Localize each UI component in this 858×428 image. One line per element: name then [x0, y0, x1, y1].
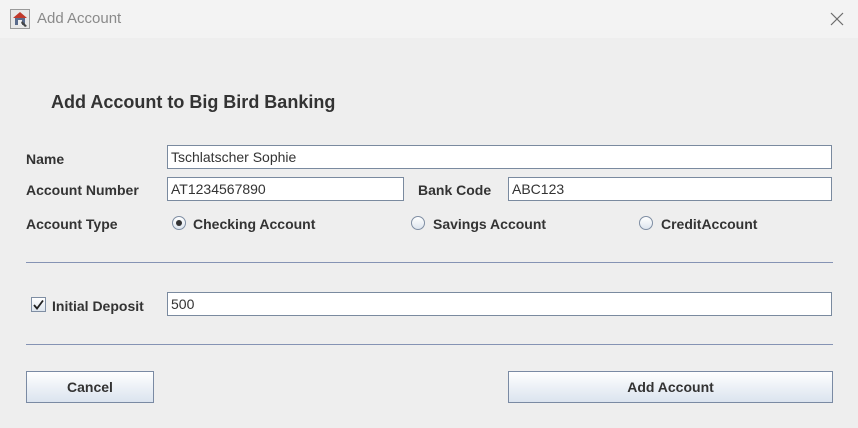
- java-app-icon: [10, 9, 30, 29]
- credit-account-label[interactable]: CreditAccount: [661, 216, 757, 232]
- add-account-button[interactable]: Add Account: [508, 371, 833, 403]
- close-icon: [830, 12, 844, 26]
- account-number-field[interactable]: [167, 177, 404, 201]
- title-bar: Add Account: [0, 0, 858, 38]
- initial-deposit-checkbox[interactable]: [31, 297, 46, 312]
- separator-top: [26, 262, 833, 263]
- account-number-label: Account Number: [26, 182, 139, 198]
- account-type-label: Account Type: [26, 216, 118, 232]
- name-field[interactable]: [167, 145, 832, 169]
- credit-account-radio[interactable]: [639, 216, 653, 230]
- dialog-heading: Add Account to Big Bird Banking: [51, 92, 336, 112]
- checking-account-radio[interactable]: [172, 216, 186, 230]
- close-button[interactable]: [826, 8, 848, 30]
- window-title: Add Account: [37, 10, 122, 27]
- checking-account-label[interactable]: Checking Account: [193, 216, 315, 232]
- initial-deposit-label[interactable]: Initial Deposit: [52, 298, 144, 314]
- cancel-button[interactable]: Cancel: [26, 371, 154, 403]
- savings-account-radio[interactable]: [411, 216, 425, 230]
- separator-bottom: [26, 344, 833, 345]
- name-label: Name: [26, 151, 65, 167]
- savings-account-label[interactable]: Savings Account: [433, 216, 546, 232]
- add-account-dialog: Add Account Add Account to Big Bird Bank…: [0, 0, 858, 428]
- bank-code-label: Bank Code: [418, 182, 492, 198]
- dialog-content: Add Account to Big Bird Banking Name Acc…: [0, 38, 858, 428]
- bank-code-field[interactable]: [508, 177, 832, 201]
- initial-deposit-field[interactable]: [167, 292, 832, 316]
- checkmark-icon: [33, 299, 44, 310]
